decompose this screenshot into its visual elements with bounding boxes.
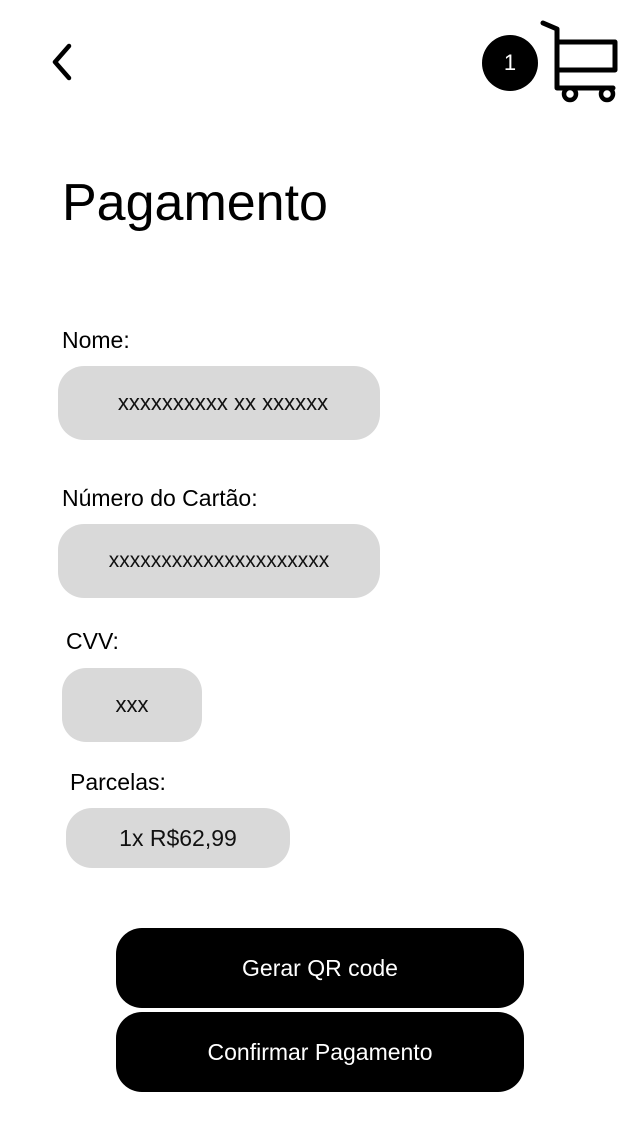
cart-count-badge: 1 (482, 35, 538, 91)
back-button[interactable] (40, 38, 84, 86)
card-number-label: Número do Cartão: (62, 485, 258, 511)
installments-value: 1x R$62,99 (119, 825, 237, 851)
card-number-field[interactable] (58, 524, 380, 598)
payment-screen: 1 Pagamento Nome: Número do Cartão: CVV:… (0, 0, 640, 1136)
cart-count: 1 (503, 50, 517, 75)
name-label: Nome: (62, 327, 130, 353)
chevron-left-icon (52, 43, 72, 81)
generate-qr-code-button[interactable]: Gerar QR code (116, 928, 524, 1008)
page-title: Pagamento (62, 174, 328, 232)
cvv-label: CVV: (66, 628, 119, 654)
installments-label: Parcelas: (70, 769, 166, 795)
generate-qr-code-label: Gerar QR code (242, 954, 398, 981)
installments-select[interactable]: 1x R$62,99 (66, 808, 290, 868)
cvv-field[interactable] (62, 668, 202, 742)
name-field[interactable] (58, 366, 380, 440)
shopping-cart-icon (540, 20, 618, 103)
confirm-payment-label: Confirmar Pagamento (207, 1038, 433, 1065)
cart-button[interactable] (540, 18, 620, 104)
confirm-payment-button[interactable]: Confirmar Pagamento (116, 1012, 524, 1092)
